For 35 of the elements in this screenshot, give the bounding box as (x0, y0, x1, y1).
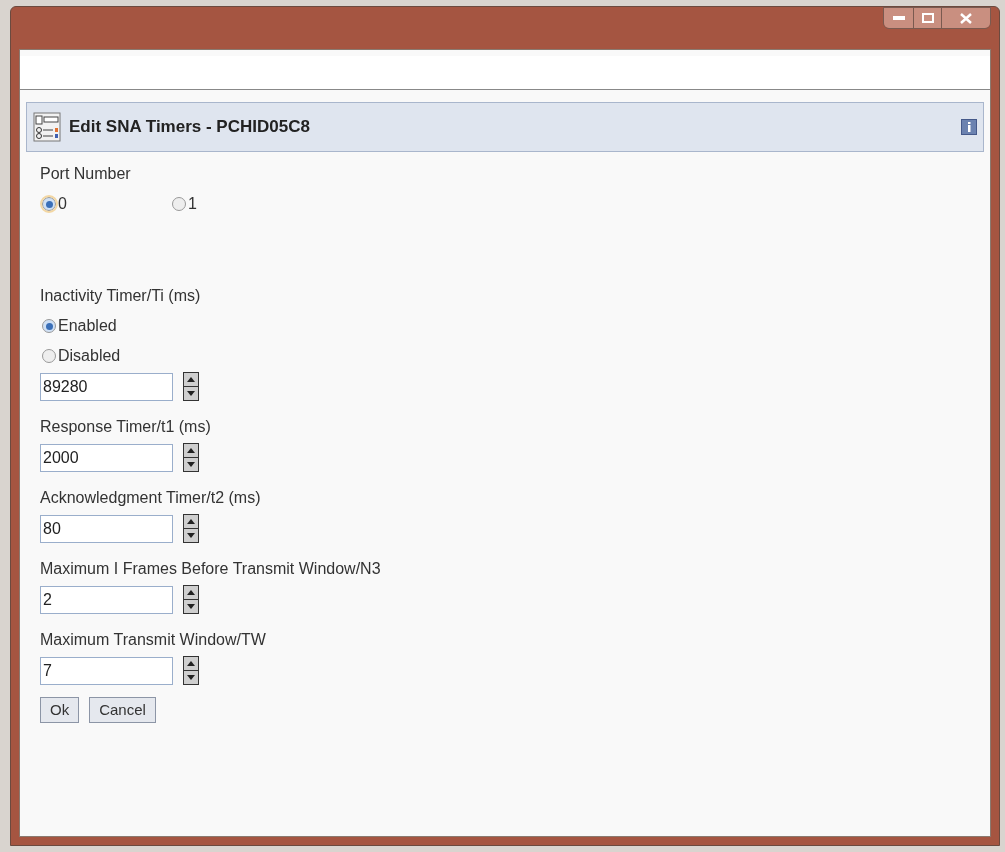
maximize-button[interactable] (914, 8, 942, 28)
field-label: Inactivity Timer/Ti (ms) (40, 286, 202, 306)
field-label: Acknowledgment Timer/t2 (ms) (40, 488, 262, 508)
radio-label[interactable]: Enabled (58, 314, 117, 338)
close-button[interactable] (942, 8, 990, 28)
spinner-control[interactable] (183, 585, 199, 614)
field-label: Maximum Transmit Window/TW (40, 630, 267, 650)
number-field[interactable]: 2000 (40, 443, 173, 472)
field-label: Maximum I Frames Before Transmit Window/N3 (40, 559, 382, 579)
number-field[interactable]: 7 (40, 656, 173, 685)
minimize-icon (892, 16, 905, 20)
number-field[interactable]: 80 (40, 514, 173, 543)
dialog-button[interactable]: Cancel (89, 697, 156, 723)
dialog-button[interactable]: Ok (40, 697, 80, 723)
field-label: Response Timer/t1 (ms) (40, 417, 212, 437)
spinner-control[interactable] (183, 443, 199, 472)
spinner-control[interactable] (183, 656, 199, 685)
radio-button[interactable] (42, 197, 56, 211)
number-field[interactable]: 89280 (40, 372, 173, 401)
device-icon (33, 112, 61, 142)
radio-label[interactable]: 0 (58, 192, 67, 216)
minimize-button[interactable] (884, 8, 914, 28)
close-icon (960, 12, 972, 24)
panel-title: Edit SNA Timers - PCHID05C8 (69, 116, 311, 139)
radio-label[interactable]: Disabled (58, 344, 121, 368)
spinner-control[interactable] (183, 372, 199, 401)
maximize-icon (921, 13, 934, 23)
number-field[interactable]: 2 (40, 585, 173, 614)
spinner-control[interactable] (183, 514, 199, 543)
radio-label[interactable]: 1 (188, 192, 197, 216)
radio-button[interactable] (42, 349, 56, 363)
info-icon[interactable] (961, 119, 977, 135)
radio-button[interactable] (42, 319, 56, 333)
radio-button[interactable] (172, 197, 186, 211)
field-label: Port Number (40, 164, 132, 184)
